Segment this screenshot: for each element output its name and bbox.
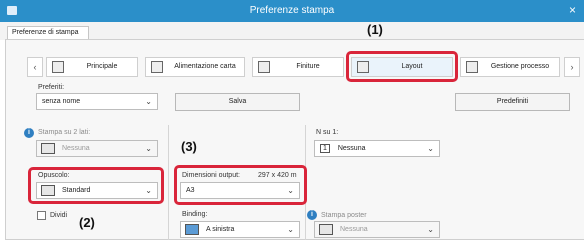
chevron-down-icon: ⌄ [145, 97, 152, 106]
tab-print-preferences[interactable]: Preferenze di stampa [7, 26, 89, 40]
binding-value: A sinistra [206, 226, 235, 233]
output-size-highlight [174, 165, 307, 205]
layout-tab-highlight [346, 51, 458, 82]
nav-tab-job-handling[interactable]: Gestione processo [460, 57, 560, 77]
category-nav: ‹ Principale Alimentazione carta Finitur… [12, 54, 584, 80]
callout-2: (2) [79, 215, 95, 230]
nav-tab-paper-source[interactable]: Alimentazione carta [145, 57, 245, 77]
poster-icon [319, 224, 333, 235]
nav-tab-finishing[interactable]: Finiture [252, 57, 344, 77]
nav-tab-label: Finiture [296, 63, 320, 70]
duplex-icon [41, 143, 55, 154]
nav-next-button[interactable]: › [564, 57, 580, 77]
callout-1: (1) [367, 22, 383, 37]
nav-tab-main[interactable]: Principale [46, 57, 138, 77]
n-up-option: Nessuna [337, 145, 366, 152]
nav-tab-label: Principale [86, 63, 118, 70]
home-icon [52, 61, 64, 73]
job-handling-icon [466, 61, 478, 73]
column-divider [168, 125, 169, 240]
booklet-highlight [28, 167, 164, 204]
info-icon: i [307, 210, 317, 220]
chevron-down-icon: ⌄ [427, 225, 434, 234]
nav-tab-label: Gestione processo [490, 63, 550, 70]
finishing-icon [258, 61, 270, 73]
paper-tray-icon [151, 61, 163, 73]
nav-prev-button[interactable]: ‹ [27, 57, 43, 77]
binding-icon [185, 224, 199, 235]
save-button[interactable]: Salva [175, 93, 300, 111]
favorites-value: senza nome [42, 98, 81, 105]
close-icon[interactable]: × [569, 3, 576, 17]
split-label: Dividi [50, 212, 68, 219]
chevron-down-icon: ⌄ [145, 144, 152, 153]
n-up-value: 1 [320, 144, 330, 153]
split-checkbox[interactable] [37, 211, 46, 220]
poster-label: Stampa poster [321, 212, 367, 219]
chevron-down-icon: ⌄ [287, 225, 294, 234]
n-up-label: N su 1: [316, 129, 339, 136]
info-icon: i [24, 128, 34, 138]
duplex-value: Nessuna [62, 145, 90, 152]
callout-3: (3) [181, 139, 197, 154]
poster-value: Nessuna [340, 226, 368, 233]
favorites-label: Preferiti: [38, 84, 65, 91]
tab-strip: Preferenze di stampa [0, 22, 584, 40]
window-title: Preferenze stampa [249, 5, 335, 16]
binding-label: Binding: [182, 211, 208, 218]
favorites-dropdown[interactable]: senza nome ⌄ [36, 93, 158, 110]
nav-tab-label: Alimentazione carta [174, 63, 236, 70]
poster-dropdown[interactable]: Nessuna ⌄ [314, 221, 440, 238]
duplex-dropdown[interactable]: Nessuna ⌄ [36, 140, 158, 157]
binding-dropdown[interactable]: A sinistra ⌄ [180, 221, 300, 238]
n-up-dropdown[interactable]: 1 Nessuna ⌄ [314, 140, 440, 157]
duplex-label: Stampa su 2 lati: [38, 129, 91, 136]
title-bar: Preferenze stampa × [0, 0, 584, 22]
defaults-button[interactable]: Predefiniti [455, 93, 570, 111]
chevron-down-icon: ⌄ [427, 144, 434, 153]
